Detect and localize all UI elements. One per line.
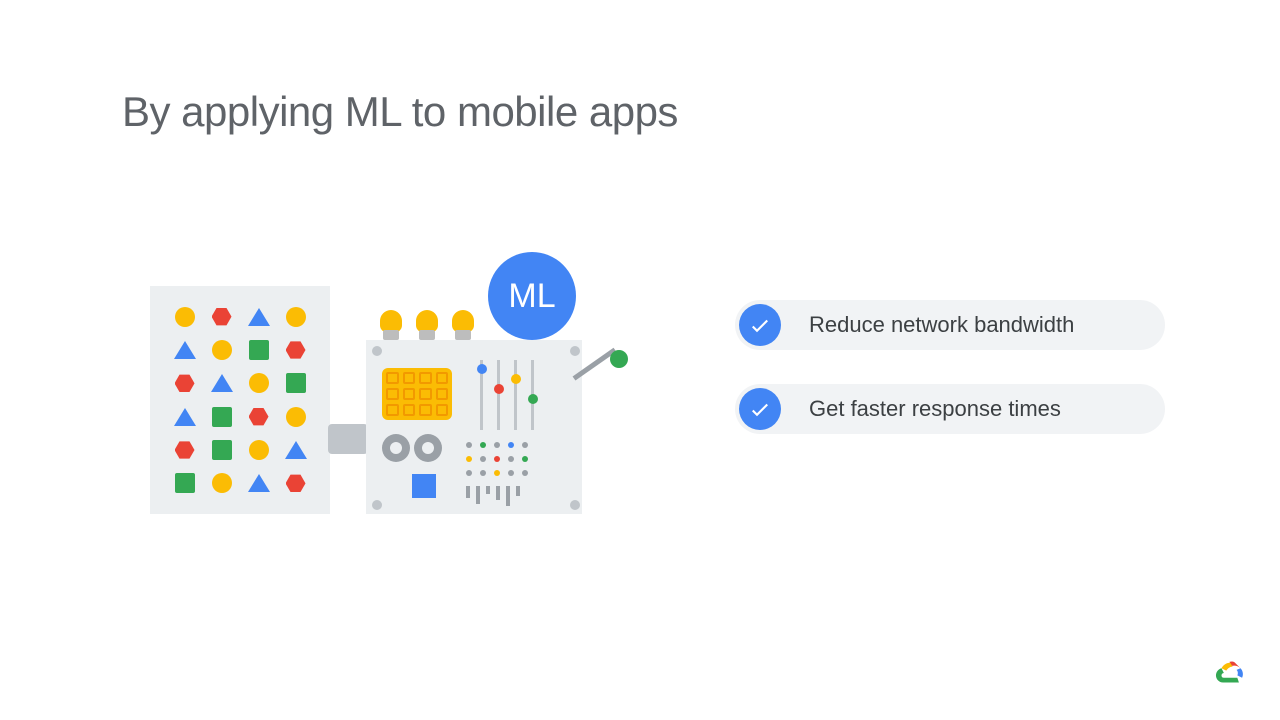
bullet-item: Reduce network bandwidth <box>735 300 1165 350</box>
ml-machine-illustration: ML <box>120 250 620 530</box>
screw-icon <box>372 346 382 356</box>
ml-badge-icon: ML <box>488 252 576 340</box>
bullet-list: Reduce network bandwidth Get faster resp… <box>735 300 1165 468</box>
bullet-text: Reduce network bandwidth <box>809 312 1074 338</box>
checkmark-icon <box>739 304 781 346</box>
chip-icon <box>382 368 452 420</box>
gears-icon <box>382 434 442 462</box>
shapes-panel <box>150 286 330 514</box>
screw-icon <box>570 346 580 356</box>
checkmark-icon <box>739 388 781 430</box>
indicator-dots <box>466 442 530 478</box>
screw-icon <box>570 500 580 510</box>
screw-icon <box>372 500 382 510</box>
output-cube-icon <box>412 474 436 498</box>
sliders-icon <box>480 360 534 430</box>
connector-pipe <box>328 424 368 454</box>
bullet-item: Get faster response times <box>735 384 1165 434</box>
google-cloud-logo-icon <box>1212 654 1250 692</box>
slide-title: By applying ML to mobile apps <box>122 88 678 136</box>
shape-grid <box>166 300 314 500</box>
light-bulbs <box>378 302 476 340</box>
bullet-text: Get faster response times <box>809 396 1061 422</box>
bar-indicators <box>466 486 520 506</box>
lever-icon <box>580 358 634 412</box>
